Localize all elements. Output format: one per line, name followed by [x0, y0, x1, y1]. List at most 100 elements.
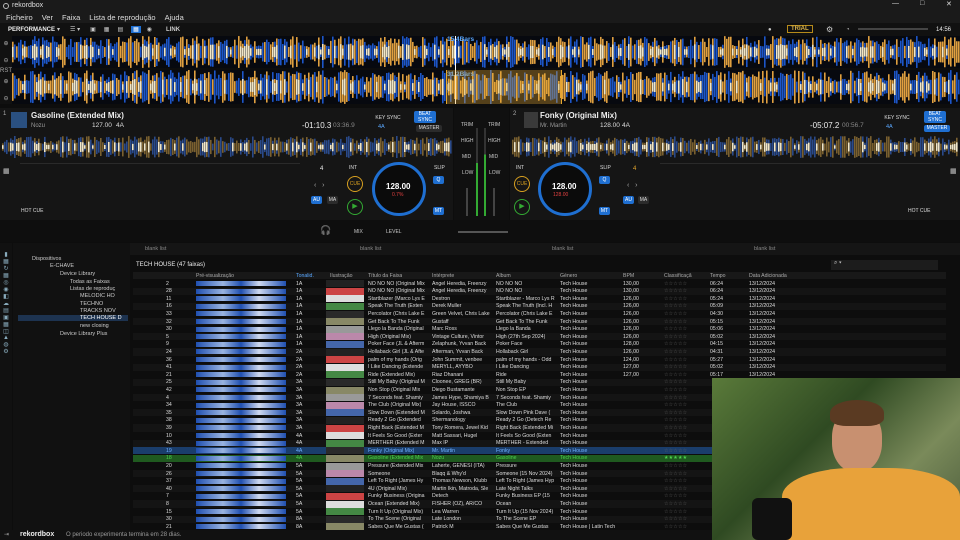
- deck2-quantize[interactable]: 4: [633, 166, 636, 172]
- gear-icon[interactable]: ⚙: [826, 25, 833, 34]
- alert-icon[interactable]: ●: [768, 27, 772, 33]
- waveform-preview[interactable]: [196, 387, 286, 393]
- rating-stars[interactable]: ☆☆☆☆☆: [664, 372, 708, 378]
- column-header[interactable]: Intérprete: [432, 273, 454, 279]
- tree-new-closing[interactable]: new closing: [80, 323, 109, 329]
- deck2-beat-sync[interactable]: BEAT SYNC: [924, 111, 946, 123]
- waveform-preview[interactable]: [196, 440, 286, 446]
- layout-icon[interactable]: ☰ ▾: [70, 26, 80, 33]
- menu-lista[interactable]: Lista de reprodução: [89, 13, 155, 22]
- tree-device-plus[interactable]: Device Library Plus: [60, 331, 107, 337]
- rating-stars[interactable]: ☆☆☆☆☆: [664, 425, 708, 431]
- tab-4[interactable]: blank list: [754, 246, 775, 252]
- rating-stars[interactable]: ☆☆☆☆☆: [664, 433, 708, 439]
- deck1-slip[interactable]: SLIP: [434, 165, 445, 171]
- column-header[interactable]: Género: [560, 273, 577, 279]
- view-icon[interactable]: ▤: [117, 26, 123, 33]
- table-row[interactable]: 5 1A High (Original Mix) Vintage Culture, V…: [133, 333, 946, 341]
- deck2-hotcue-grid[interactable]: [660, 163, 940, 211]
- deck1-loop-controls[interactable]: ‹ ›: [314, 182, 325, 189]
- deck1-waveform[interactable]: [12, 36, 960, 68]
- tree-echave[interactable]: E-CHAVE: [50, 263, 74, 269]
- deck2-master[interactable]: MASTER: [924, 125, 950, 132]
- waveform-preview[interactable]: [196, 493, 286, 499]
- tree-melodic[interactable]: MELODIC HO: [80, 293, 115, 299]
- trial-badge[interactable]: TRIAL: [787, 25, 813, 33]
- ch2-fader[interactable]: [493, 188, 495, 216]
- rating-stars[interactable]: ☆☆☆☆☆: [664, 281, 708, 287]
- tree-todas[interactable]: Todas as Faixas: [70, 279, 110, 285]
- table-row[interactable]: 36 2A palm of my hands (Orig John Summit, v…: [133, 356, 946, 364]
- rating-stars[interactable]: ☆☆☆☆☆: [664, 463, 708, 469]
- rating-stars[interactable]: ☆☆☆☆☆: [664, 448, 708, 454]
- rating-stars[interactable]: ☆☆☆☆☆: [664, 516, 708, 522]
- menu-ver[interactable]: Ver: [42, 13, 53, 22]
- column-header[interactable]: Classificaçã: [664, 273, 692, 279]
- column-header[interactable]: BPM: [623, 273, 634, 279]
- rating-stars[interactable]: ☆☆☆☆☆: [664, 288, 708, 294]
- column-header[interactable]: Ilustração: [330, 273, 353, 279]
- rating-stars[interactable]: ☆☆☆☆☆: [664, 524, 708, 530]
- rating-stars[interactable]: ☆☆☆☆☆: [664, 296, 708, 302]
- waveform-preview[interactable]: [196, 395, 286, 400]
- deck2-grid-icon[interactable]: ▦: [950, 167, 957, 175]
- deck2-q-button[interactable]: Q: [599, 176, 610, 184]
- rating-stars[interactable]: ☆☆☆☆☆: [664, 311, 708, 317]
- fx-icon[interactable]: ▦: [131, 26, 141, 33]
- waveform-preview[interactable]: [196, 471, 286, 476]
- grid-icon[interactable]: ▦: [104, 26, 110, 33]
- deck1-hotcue-label[interactable]: HOT CUE: [21, 208, 43, 214]
- waveform-preview[interactable]: [196, 410, 286, 416]
- waveform-preview[interactable]: [196, 334, 286, 340]
- rating-stars[interactable]: ☆☆☆☆☆: [664, 341, 708, 347]
- deck1-grid-icon[interactable]: ▦: [3, 167, 10, 175]
- rating-stars[interactable]: ☆☆☆☆☆: [664, 326, 708, 332]
- tree-device-library[interactable]: Device Library: [60, 271, 95, 277]
- volume-icon[interactable]: ◔: [846, 27, 850, 33]
- column-header[interactable]: Título da Faixa: [368, 273, 402, 279]
- deck1-q-button[interactable]: Q: [433, 176, 444, 184]
- waveform-preview[interactable]: [196, 402, 286, 408]
- maximize-icon[interactable]: □: [920, 0, 924, 7]
- waveform-preview[interactable]: [196, 516, 286, 522]
- column-header[interactable]: Tonalid.: [296, 273, 314, 279]
- deck2-ma-button[interactable]: MA: [638, 196, 649, 204]
- rating-stars[interactable]: ☆☆☆☆☆: [664, 501, 708, 507]
- sidebar-icons[interactable]: ▮ ▦ ↻ ▦ ◎ ◉ ◧ ☁ ▤ ▣ ▦ ◫ ▲ ◍ ⚙: [0, 243, 12, 530]
- waveform-preview[interactable]: [196, 417, 286, 423]
- chevron-down-icon[interactable]: ▾: [57, 26, 60, 33]
- menu-faixa[interactable]: Faixa: [62, 13, 80, 22]
- tree-listas[interactable]: Listas de reproduç: [70, 286, 115, 292]
- tree-tech-house[interactable]: TECH HOUSE D: [18, 315, 128, 321]
- deck1-play-button[interactable]: ▶: [347, 199, 363, 215]
- deck2-mt-button[interactable]: MT: [599, 207, 610, 215]
- waveform-preview[interactable]: [196, 478, 286, 484]
- table-row[interactable]: 16 1A Speak The Truth (Exten Derek Muller Sp…: [133, 302, 946, 311]
- tab-3[interactable]: blank list: [552, 246, 573, 252]
- deck2-loop-controls[interactable]: ‹ ›: [627, 182, 638, 189]
- waveform-preview[interactable]: [196, 486, 286, 492]
- rating-stars[interactable]: ☆☆☆☆☆: [664, 493, 708, 499]
- column-header[interactable]: Álbum: [496, 273, 511, 279]
- rating-stars[interactable]: ★★★★★: [664, 455, 708, 461]
- deck1-cue-button[interactable]: CUE: [347, 176, 363, 192]
- link-button[interactable]: LINK: [166, 27, 180, 33]
- rating-stars[interactable]: ☆☆☆☆☆: [664, 486, 708, 492]
- tab-2[interactable]: blank list: [360, 246, 381, 252]
- master-volume-slider[interactable]: [858, 28, 928, 30]
- waveform-preview[interactable]: [196, 281, 286, 286]
- waveform-preview[interactable]: [196, 311, 286, 317]
- rating-stars[interactable]: ☆☆☆☆☆: [664, 379, 708, 385]
- table-row[interactable]: 28 1A NO NO NO (Original Mix Angel Heredia,…: [133, 287, 946, 295]
- deck2-overview-waveform[interactable]: [512, 136, 958, 158]
- zoom-controls[interactable]: ⊕ ⊖ RST ⊕ ⊖: [0, 36, 12, 104]
- waveform-preview[interactable]: [196, 448, 286, 454]
- deck1-au-button[interactable]: AU: [311, 196, 322, 204]
- deck2-slip[interactable]: SLIP: [600, 165, 611, 171]
- table-row[interactable]: 41 2A I Like Dancing (Extende MERYLL, AYYBO…: [133, 363, 946, 371]
- menu-ajuda[interactable]: Ajuda: [165, 13, 184, 22]
- table-row[interactable]: 9 1A Poker Face (JL & Afterm Zelaphunk, Yvv…: [133, 340, 946, 348]
- waveform-preview[interactable]: [196, 341, 286, 347]
- rating-stars[interactable]: ☆☆☆☆☆: [664, 387, 708, 393]
- waveform-preview[interactable]: [196, 501, 286, 507]
